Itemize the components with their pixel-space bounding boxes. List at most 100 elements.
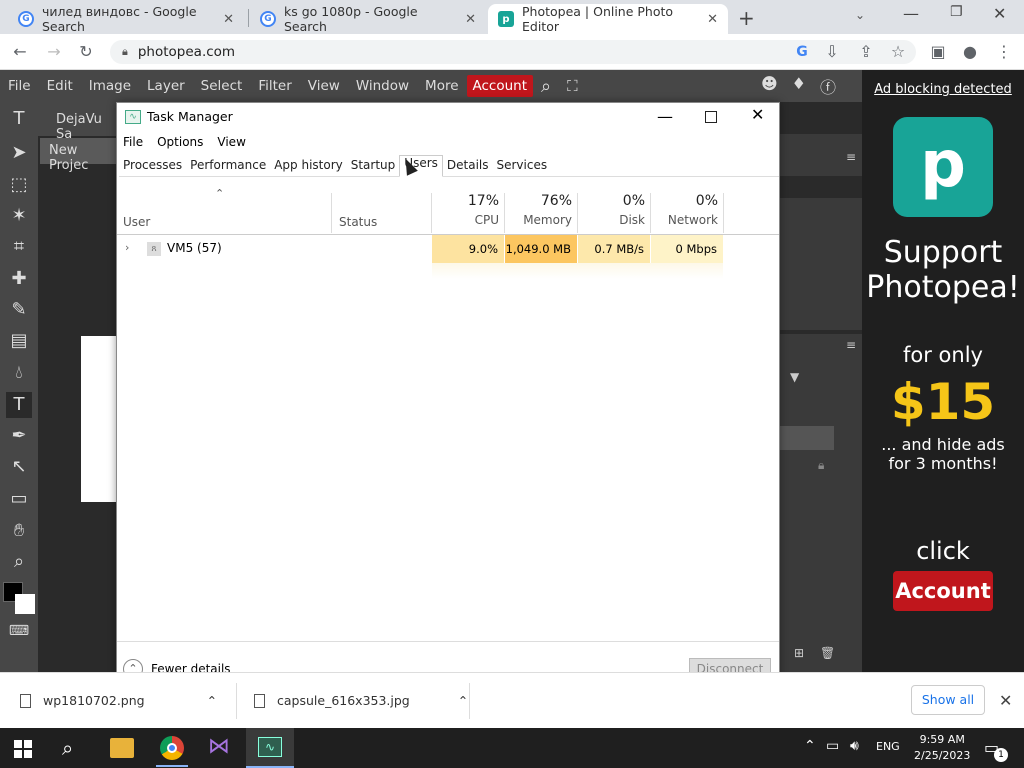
browser-tab-3[interactable]: p Photopea | Online Photo Editor ✕: [488, 4, 728, 34]
minimize-icon[interactable]: —: [657, 107, 673, 126]
tm-menu-view[interactable]: View: [217, 135, 245, 149]
visual-studio-icon[interactable]: ⋈: [208, 734, 230, 759]
marquee-tool-icon[interactable]: ⬚: [6, 172, 32, 198]
panel-menu-icon[interactable]: ≡: [846, 150, 856, 164]
minimize-icon[interactable]: —: [903, 4, 919, 23]
facebook-icon[interactable]: ⓕ: [820, 74, 836, 98]
install-icon[interactable]: ⇩: [822, 42, 842, 62]
panel-menu-icon[interactable]: ≡: [846, 338, 856, 352]
new-layer-icon[interactable]: ⊞: [794, 646, 804, 660]
restore-icon[interactable]: ❐: [950, 4, 963, 20]
close-tab-icon[interactable]: ✕: [465, 12, 476, 27]
menu-file[interactable]: File: [0, 78, 39, 94]
move-tool-icon[interactable]: ➤: [6, 140, 32, 166]
menu-view[interactable]: View: [300, 78, 348, 94]
menu-window[interactable]: Window: [348, 78, 417, 94]
file-explorer-icon[interactable]: [110, 738, 134, 758]
close-tab-icon[interactable]: ✕: [707, 12, 718, 27]
keyboard-icon[interactable]: ⌨: [6, 618, 32, 644]
search-icon[interactable]: ⌕: [62, 736, 73, 760]
type-tool-icon[interactable]: T: [6, 392, 32, 418]
browser-tab-1[interactable]: G чилед виндовс - Google Search ✕: [8, 4, 244, 34]
tm-menu-options[interactable]: Options: [157, 135, 203, 149]
shape-tool-icon[interactable]: ▭: [6, 486, 32, 512]
panel-field[interactable]: [780, 426, 834, 450]
canvas-document[interactable]: [81, 336, 118, 502]
pen-tool-icon[interactable]: ✒: [6, 423, 32, 449]
bookmark-star-icon[interactable]: ☆: [888, 42, 908, 62]
menu-edit[interactable]: Edit: [39, 78, 81, 94]
tab-processes[interactable]: Processes: [119, 158, 186, 176]
ad-account-button[interactable]: Account: [893, 571, 993, 611]
lock-icon[interactable]: 🔒︎: [818, 458, 824, 473]
dropdown-arrow-icon[interactable]: ▼: [790, 370, 799, 384]
back-icon[interactable]: ←: [10, 42, 30, 62]
expand-chevron-icon[interactable]: ›: [125, 241, 129, 254]
ad-blocking-link[interactable]: Ad blocking detected: [862, 82, 1024, 97]
close-window-icon[interactable]: ✕: [993, 4, 1006, 23]
menu-layer[interactable]: Layer: [139, 78, 193, 94]
gradient-tool-icon[interactable]: ▤: [6, 328, 32, 354]
forward-icon[interactable]: →: [44, 42, 64, 62]
new-tab-icon[interactable]: +: [738, 6, 755, 30]
text-tool-icon[interactable]: T: [6, 106, 32, 132]
download-item[interactable]: wp1810702.png ⌃: [20, 693, 217, 708]
path-select-icon[interactable]: ↖: [6, 454, 32, 480]
account-button[interactable]: Account: [466, 75, 534, 97]
tab-startup[interactable]: Startup: [347, 158, 400, 176]
menu-select[interactable]: Select: [193, 78, 251, 94]
menu-filter[interactable]: Filter: [250, 78, 299, 94]
show-all-button[interactable]: Show all: [911, 685, 985, 715]
browser-tab-2[interactable]: G ks go 1080p - Google Search ✕: [250, 4, 486, 34]
crop-tool-icon[interactable]: ⌗: [6, 234, 32, 260]
volume-icon[interactable]: 🔊︎: [850, 738, 859, 754]
col-user[interactable]: User: [123, 215, 150, 229]
tab-performance[interactable]: Performance: [186, 158, 270, 176]
reddit-icon[interactable]: ☻: [761, 74, 778, 98]
menu-kebab-icon[interactable]: ⋮: [994, 42, 1014, 62]
profile-icon[interactable]: ●: [960, 42, 980, 62]
panel-field[interactable]: [780, 176, 862, 198]
healing-tool-icon[interactable]: ✚: [6, 266, 32, 292]
fullscreen-icon[interactable]: ⛶: [559, 77, 586, 95]
brush-tool-icon[interactable]: ✎: [6, 297, 32, 323]
chevron-up-icon[interactable]: ⌃: [207, 693, 217, 708]
tab-services[interactable]: Services: [493, 158, 552, 176]
task-manager-taskbar-button[interactable]: ∿: [246, 728, 294, 768]
col-status[interactable]: Status: [339, 215, 377, 229]
language-indicator[interactable]: ENG: [876, 740, 900, 753]
col-disk[interactable]: 0% Disk: [577, 193, 649, 227]
side-panel-icon[interactable]: ▣: [928, 42, 948, 62]
close-tab-icon[interactable]: ✕: [223, 12, 234, 27]
close-icon[interactable]: ✕: [751, 105, 764, 124]
col-memory[interactable]: 76% Memory: [504, 193, 576, 227]
menu-image[interactable]: Image: [81, 78, 139, 94]
start-icon[interactable]: [14, 740, 32, 758]
hand-tool-icon[interactable]: ✋︎: [6, 518, 32, 544]
reload-icon[interactable]: ↻: [76, 42, 96, 62]
maximize-icon[interactable]: [705, 111, 717, 123]
download-item[interactable]: capsule_616x353.jpg ⌃: [254, 693, 468, 708]
background-color-swatch[interactable]: [15, 594, 35, 614]
close-downloads-icon[interactable]: ✕: [999, 691, 1012, 710]
clock[interactable]: 9:59 AM 2/25/2023: [914, 732, 970, 764]
chevron-up-icon[interactable]: ⌃: [458, 693, 468, 708]
table-row[interactable]: › ጸ VM5 (57) 9.0% 1,049.0 MB 0.7 MB/s 0 …: [117, 235, 779, 263]
search-icon[interactable]: ⌕: [533, 76, 559, 97]
menu-more[interactable]: More: [417, 78, 466, 94]
blur-tool-icon[interactable]: 💧︎: [6, 360, 32, 386]
google-lens-icon[interactable]: G: [792, 42, 812, 62]
trash-icon[interactable]: 🗑︎: [820, 646, 835, 660]
zoom-tool-icon[interactable]: ⌕: [6, 549, 32, 575]
tab-app-history[interactable]: App history: [270, 158, 347, 176]
font-name[interactable]: DejaVu Sa: [38, 102, 118, 142]
twitter-icon[interactable]: ♦: [792, 74, 806, 98]
network-icon[interactable]: ▭: [826, 738, 839, 754]
col-network[interactable]: 0% Network: [650, 193, 722, 227]
share-icon[interactable]: ⇪: [856, 42, 876, 62]
tab-search-icon[interactable]: ⌄: [855, 8, 865, 22]
tm-menu-file[interactable]: File: [123, 135, 143, 149]
tab-details[interactable]: Details: [443, 158, 493, 176]
doc-tab[interactable]: New Projec: [40, 138, 118, 173]
col-cpu[interactable]: 17% CPU: [431, 193, 503, 227]
